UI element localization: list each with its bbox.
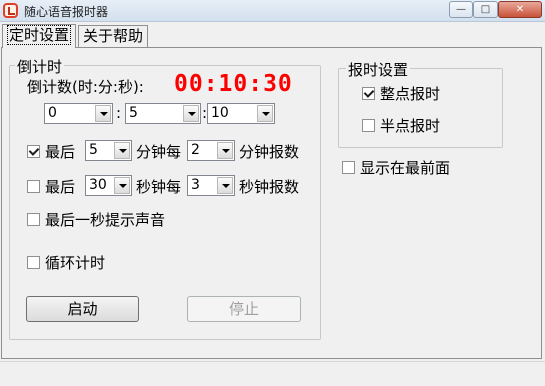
app-clock-icon <box>3 3 18 18</box>
chevron-down-icon[interactable] <box>183 105 199 122</box>
chevron-down-icon[interactable] <box>257 105 273 122</box>
on-hour-label[interactable]: 整点报时 <box>380 83 440 104</box>
last-second-sound-checkbox[interactable] <box>27 213 40 226</box>
rule1-checkbox[interactable] <box>27 145 40 158</box>
report-group <box>338 68 503 148</box>
tab-about-help[interactable]: 关于帮助 <box>78 25 149 47</box>
stop-button[interactable]: 停止 <box>187 296 301 322</box>
report-group-title: 报时设置 <box>346 59 411 80</box>
minimize-button[interactable]: — <box>449 1 473 18</box>
countdown-display: 00:10:30 <box>174 71 293 97</box>
minutes-select[interactable]: 5 <box>125 103 201 124</box>
tab-label: 关于帮助 <box>83 27 144 45</box>
rule1-every-select[interactable]: 2 <box>187 140 235 161</box>
maximize-button[interactable]: □ <box>473 1 498 18</box>
rule1-suffix: 分钟报数 <box>239 143 300 161</box>
half-hour-label[interactable]: 半点报时 <box>380 115 440 136</box>
rule2-middle: 秒钟每 <box>136 178 182 196</box>
status-strip <box>0 361 545 386</box>
rule2-every-value: 3 <box>191 177 200 193</box>
seconds-select[interactable]: 10 <box>207 103 275 124</box>
start-button[interactable]: 启动 <box>26 296 139 322</box>
countdown-group-title: 倒计时 <box>15 56 65 77</box>
rule2-checkbox[interactable] <box>27 180 40 193</box>
loop-label[interactable]: 循环计时 <box>45 252 105 273</box>
hours-value: 0 <box>48 105 57 121</box>
rule1-minutes-select[interactable]: 5 <box>85 140 132 161</box>
rule1-minutes-value: 5 <box>89 142 98 158</box>
chevron-down-icon[interactable] <box>95 105 111 122</box>
time-separator: : <box>116 104 122 122</box>
rule2-seconds-value: 30 <box>89 177 107 193</box>
hours-select[interactable]: 0 <box>44 103 113 124</box>
title-bar: 随心语音报时器 — □ ✕ <box>0 0 545 22</box>
rule1-prefix: 最后 <box>45 143 76 161</box>
rule2-prefix: 最后 <box>45 178 76 196</box>
rule2-seconds-select[interactable]: 30 <box>85 175 132 196</box>
half-hour-checkbox[interactable] <box>362 119 375 132</box>
always-on-top-label[interactable]: 显示在最前面 <box>360 157 450 178</box>
tab-label: 定时设置 <box>7 25 72 45</box>
close-button[interactable]: ✕ <box>498 1 542 18</box>
seconds-value: 10 <box>211 105 229 121</box>
always-on-top-checkbox[interactable] <box>342 161 355 174</box>
on-hour-checkbox[interactable] <box>362 87 375 100</box>
rule1-every-value: 2 <box>191 142 200 158</box>
chevron-down-icon[interactable] <box>217 142 233 159</box>
chevron-down-icon[interactable] <box>114 177 130 194</box>
minutes-value: 5 <box>129 105 138 121</box>
countdown-label: 倒计数(时:分:秒): <box>27 78 144 96</box>
chevron-down-icon[interactable] <box>114 142 130 159</box>
tab-timer-settings[interactable]: 定时设置 <box>2 24 77 48</box>
last-second-sound-label[interactable]: 最后一秒提示声音 <box>45 209 165 230</box>
rule2-suffix: 秒钟报数 <box>239 178 300 196</box>
loop-checkbox[interactable] <box>27 256 40 269</box>
chevron-down-icon[interactable] <box>217 177 233 194</box>
rule1-middle: 分钟每 <box>136 143 182 161</box>
rule2-every-select[interactable]: 3 <box>187 175 235 196</box>
window-title: 随心语音报时器 <box>24 5 109 19</box>
